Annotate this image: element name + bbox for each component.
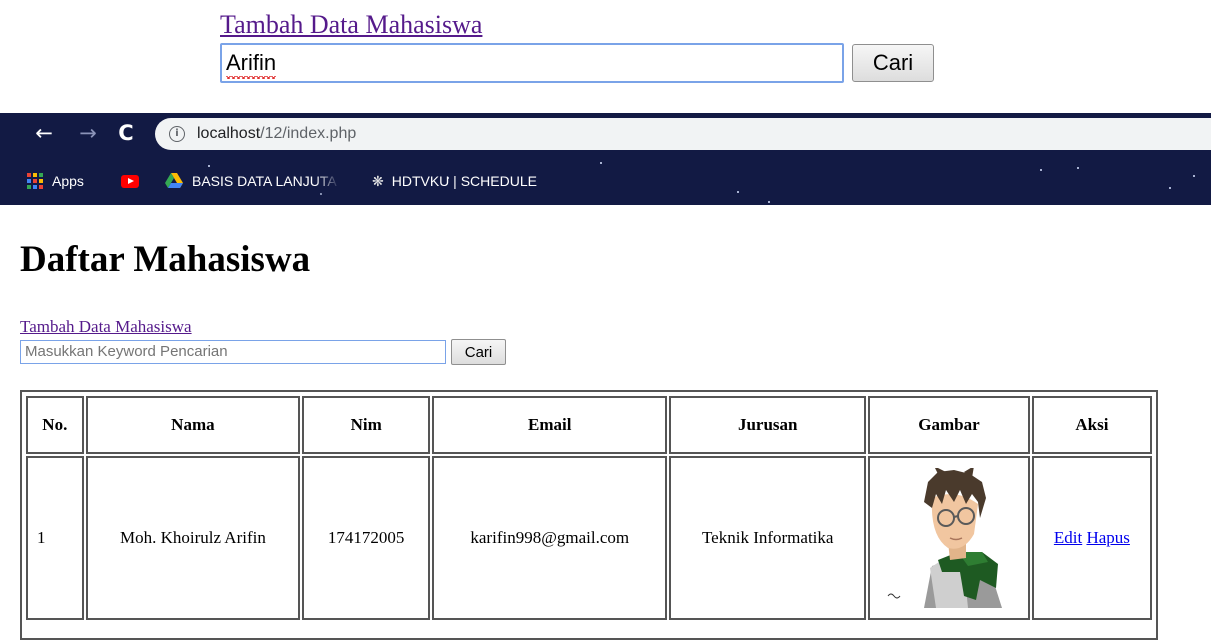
bookmark-apps-label: Apps	[52, 173, 84, 189]
info-icon[interactable]: i	[169, 126, 185, 142]
cell-no: 1	[26, 456, 84, 620]
edit-link[interactable]: Edit	[1054, 528, 1082, 547]
cell-aksi: Edit Hapus	[1031, 456, 1152, 620]
search-input-value: Arifin	[226, 50, 277, 79]
address-bar[interactable]: i localhost/12/index.php	[155, 118, 1211, 150]
zoomed-snippet: Tambah Data Mahasiswa Arifin Cari	[220, 10, 940, 83]
zoomed-search-row: Arifin Cari	[220, 43, 940, 83]
student-table: No. Nama Nim Email Jurusan Gambar Aksi 1…	[20, 390, 1158, 640]
delete-link[interactable]: Hapus	[1086, 528, 1129, 547]
bookmark-apps[interactable]: Apps	[27, 157, 84, 205]
header-jurusan: Jurusan	[669, 396, 867, 454]
header-nim: Nim	[302, 396, 431, 454]
cell-gambar	[868, 456, 1030, 620]
cell-jurusan: Teknik Informatika	[669, 456, 867, 620]
spellcheck-underline	[226, 76, 277, 79]
hdtvku-logo-icon: ❋	[372, 172, 384, 189]
student-avatar-image	[887, 468, 1002, 608]
cell-nim: 174172005	[302, 456, 431, 620]
header-no: No.	[26, 396, 84, 454]
bookmark-hdtvku-label: HDTVKU | SCHEDULE	[391, 173, 537, 189]
header-aksi: Aksi	[1031, 396, 1152, 454]
search-input-zoomed[interactable]: Arifin	[220, 43, 844, 83]
search-button-zoomed[interactable]: Cari	[852, 44, 934, 82]
bookmarks-bar: Apps BASIS DATA LANJUTA ❋ HDTVKU | SCHED…	[0, 157, 1211, 205]
back-icon[interactable]: ←	[30, 119, 58, 147]
header-email: Email	[432, 396, 668, 454]
google-drive-icon	[165, 173, 183, 188]
add-student-link[interactable]: Tambah Data Mahasiswa	[20, 317, 192, 337]
cell-nama: Moh. Khoirulz Arifin	[85, 456, 301, 620]
page-title: Daftar Mahasiswa	[20, 239, 311, 280]
url-text[interactable]: localhost/12/index.php	[197, 118, 356, 150]
reload-icon[interactable]: C	[112, 119, 140, 147]
header-gambar: Gambar	[868, 396, 1030, 454]
apps-grid-icon	[27, 173, 43, 189]
bookmark-basis-data[interactable]: BASIS DATA LANJUTA	[165, 157, 337, 205]
table-header-row: No. Nama Nim Email Jurusan Gambar Aksi	[26, 396, 1152, 454]
bookmark-hdtvku[interactable]: ❋ HDTVKU | SCHEDULE	[372, 157, 537, 205]
search-input[interactable]: Masukkan Keyword Pencarian	[20, 340, 446, 364]
browser-toolbar: ← → C i localhost/12/index.php	[0, 113, 1211, 157]
add-student-link-zoomed[interactable]: Tambah Data Mahasiswa	[220, 10, 482, 40]
forward-icon[interactable]: →	[74, 119, 102, 147]
search-button[interactable]: Cari	[451, 339, 506, 365]
bookmark-youtube[interactable]	[121, 157, 139, 205]
table-row: 1 Moh. Khoirulz Arifin 174172005 karifin…	[26, 456, 1152, 620]
header-nama: Nama	[85, 396, 301, 454]
youtube-icon	[121, 174, 139, 188]
cell-email: karifin998@gmail.com	[432, 456, 668, 620]
